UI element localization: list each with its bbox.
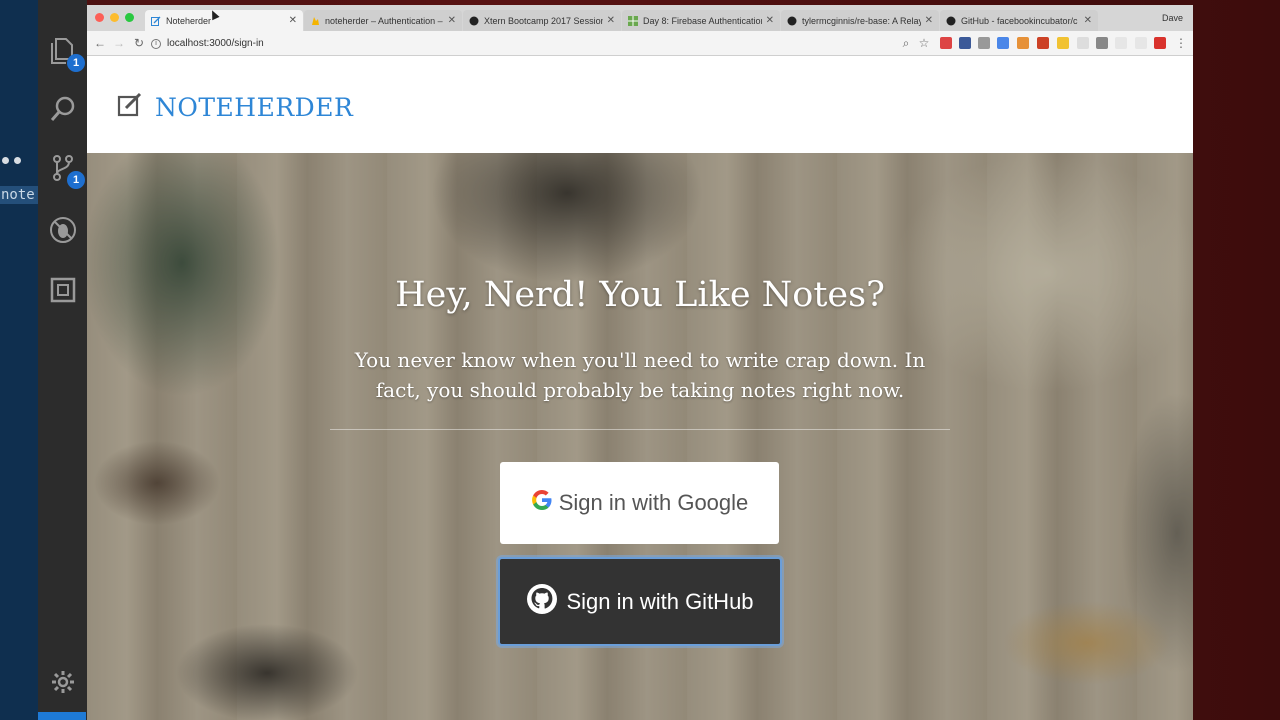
extension-icon[interactable] — [978, 37, 990, 49]
close-tab-icon[interactable]: ✕ — [925, 15, 933, 26]
tab-facebookincubator[interactable]: GitHub - facebookincubator/c ✕ — [940, 10, 1098, 31]
close-tab-icon[interactable]: ✕ — [1084, 15, 1092, 26]
extension-icon[interactable] — [997, 37, 1009, 49]
search-icon[interactable] — [48, 94, 78, 124]
close-tab-icon[interactable]: ✕ — [448, 15, 456, 26]
tab-xtern-bootcamp[interactable]: Xtern Bootcamp 2017 Session ✕ — [463, 10, 621, 31]
github-icon — [787, 16, 797, 26]
sign-in-github-button[interactable]: Sign in with GitHub — [498, 557, 782, 646]
sign-in-google-button[interactable]: Sign in with Google — [500, 462, 779, 544]
tab-title: tylermcginnis/re-base: A Relay — [802, 15, 921, 26]
github-button-label: Sign in with GitHub — [566, 588, 754, 614]
app-logo[interactable]: NOTEHERDER — [117, 92, 353, 123]
close-window-button[interactable] — [95, 13, 104, 22]
tab-firebase-auth[interactable]: noteherder – Authentication – ✕ — [304, 10, 462, 31]
edit-note-icon — [117, 92, 143, 123]
source-control-icon[interactable]: 1 — [48, 153, 85, 189]
gmail-extension-icon[interactable] — [940, 37, 952, 49]
extension-icon[interactable] — [1057, 37, 1069, 49]
forward-arrow-icon[interactable]: → — [112, 36, 126, 50]
editor-panel-edge: note — [0, 0, 38, 720]
status-bar-fragment — [38, 712, 86, 720]
url-text: localhost:3000/sign-in — [167, 38, 264, 49]
tab-strip: Noteherder ✕ noteherder – Authentication… — [87, 5, 1193, 31]
explorer-icon[interactable]: 1 — [48, 36, 85, 72]
window-controls-dots — [2, 157, 21, 164]
extension-icon[interactable] — [1017, 37, 1029, 49]
maximize-window-button[interactable] — [125, 13, 134, 22]
profile-name[interactable]: Dave — [1162, 13, 1183, 23]
firebase-icon — [310, 16, 320, 26]
github-icon — [946, 16, 956, 26]
editor-code-fragment: note — [0, 186, 38, 204]
menu-kebab-icon[interactable]: ⋮ — [1174, 36, 1188, 50]
tab-title: Noteherder — [166, 15, 212, 26]
extension-icon[interactable] — [1115, 37, 1127, 49]
close-tab-icon[interactable]: ✕ — [607, 15, 615, 26]
back-arrow-icon[interactable]: ← — [93, 36, 107, 50]
extension-icon[interactable] — [1096, 37, 1108, 49]
extension-icon[interactable] — [959, 37, 971, 49]
activity-bar: 1 1 — [38, 0, 87, 720]
close-tab-icon[interactable]: ✕ — [766, 15, 774, 26]
address-bar[interactable]: i localhost:3000/sign-in — [151, 34, 927, 53]
debug-icon[interactable] — [48, 215, 78, 245]
github-icon — [469, 16, 479, 26]
logo-text: NOTEHERDER — [155, 93, 354, 122]
web-page: NOTEHERDER Hey, Nerd! You Like Notes? Yo… — [87, 56, 1193, 720]
extension-icon[interactable] — [1037, 37, 1049, 49]
tab-title: Xtern Bootcamp 2017 Session — [484, 15, 603, 26]
tab-re-base[interactable]: tylermcginnis/re-base: A Relay ✕ — [781, 10, 939, 31]
browser-window: Noteherder ✕ noteherder – Authentication… — [87, 5, 1193, 720]
hero-subtitle: You never know when you'll need to write… — [354, 348, 926, 402]
reload-icon[interactable]: ↻ — [132, 36, 146, 50]
grid-icon — [628, 15, 638, 26]
edit-note-icon — [151, 16, 161, 26]
tab-title: Day 8: Firebase Authentication — [643, 15, 762, 26]
minimize-window-button[interactable] — [110, 13, 119, 22]
github-icon — [526, 583, 558, 621]
app-header: NOTEHERDER — [87, 56, 1193, 153]
info-icon[interactable]: i — [151, 38, 161, 49]
hero-section: Hey, Nerd! You Like Notes? You never kno… — [87, 153, 1193, 720]
zoom-icon[interactable]: ⌕ — [899, 36, 913, 50]
google-icon — [531, 489, 553, 517]
settings-gear-icon[interactable] — [48, 667, 78, 697]
browser-toolbar: ← → ↻ i localhost:3000/sign-in ⌕ ☆ ⋮ — [87, 31, 1193, 56]
tab-noteherder[interactable]: Noteherder ✕ — [145, 10, 303, 31]
hero-title: Hey, Nerd! You Like Notes? — [395, 275, 885, 315]
tab-title: noteherder – Authentication – — [325, 15, 443, 26]
extensions-icon[interactable] — [48, 275, 78, 305]
tab-title: GitHub - facebookincubator/c — [961, 15, 1078, 26]
bookmark-star-icon[interactable]: ☆ — [917, 36, 931, 50]
scm-badge: 1 — [67, 171, 85, 189]
traffic-lights — [95, 13, 134, 22]
google-button-label: Sign in with Google — [558, 490, 749, 515]
close-tab-icon[interactable]: ✕ — [289, 15, 297, 26]
explorer-badge: 1 — [67, 54, 85, 72]
screen: note 1 1 Noteherder ✕ noteherder – Authe… — [0, 0, 1280, 720]
extension-icon[interactable] — [1135, 37, 1147, 49]
extension-icon[interactable] — [1154, 37, 1166, 49]
hero-divider — [330, 429, 950, 430]
extension-icon[interactable] — [1077, 37, 1089, 49]
tab-day8-firebase[interactable]: Day 8: Firebase Authentication ✕ — [622, 10, 780, 31]
